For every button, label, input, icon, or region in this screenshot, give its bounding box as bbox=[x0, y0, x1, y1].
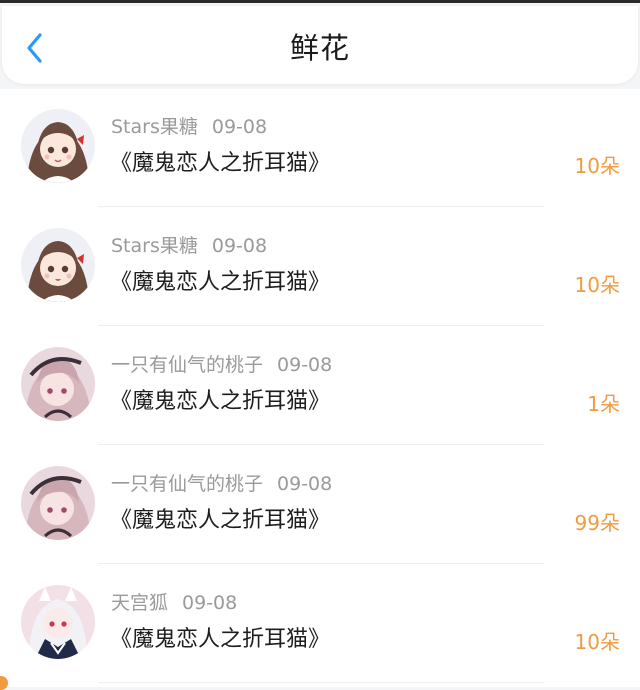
status-bar-edge bbox=[0, 0, 640, 3]
item-meta: 一只有仙气的桃子 09-08 bbox=[111, 352, 332, 378]
item-meta: 一只有仙气的桃子 09-08 bbox=[111, 471, 332, 497]
list-item[interactable]: 一只有仙气的桃子 09-08 《魔鬼恋人之折耳猫》 1朵 bbox=[0, 327, 640, 446]
avatar[interactable] bbox=[21, 585, 95, 659]
flower-count: 10朵 bbox=[574, 630, 620, 654]
item-date: 09-08 bbox=[277, 473, 333, 495]
divider bbox=[98, 325, 544, 326]
item-date: 09-08 bbox=[211, 235, 268, 257]
avatar[interactable] bbox=[21, 228, 95, 302]
list-item[interactable]: Stars果糖 09-08 《魔鬼恋人之折耳猫》 10朵 bbox=[0, 89, 640, 208]
book-title[interactable]: 《魔鬼恋人之折耳猫》 bbox=[110, 387, 330, 417]
username[interactable]: Stars果糖 bbox=[111, 116, 198, 138]
username[interactable]: 一只有仙气的桃子 bbox=[111, 354, 263, 376]
flower-count: 99朵 bbox=[574, 511, 620, 535]
list-item[interactable]: Stars果糖 09-08 《魔鬼恋人之折耳猫》 10朵 bbox=[0, 208, 640, 327]
avatar[interactable] bbox=[21, 109, 95, 183]
item-date: 09-08 bbox=[277, 354, 333, 376]
flower-count: 10朵 bbox=[574, 273, 620, 297]
list-item[interactable]: 一只有仙气的桃子 09-08 《魔鬼恋人之折耳猫》 99朵 bbox=[0, 446, 640, 565]
item-meta: Stars果糖 09-08 bbox=[111, 114, 267, 140]
avatar[interactable] bbox=[21, 347, 95, 421]
flower-count: 1朵 bbox=[587, 392, 620, 416]
flower-count: 10朵 bbox=[574, 154, 620, 178]
list-item[interactable]: 天宫狐 09-08 《魔鬼恋人之折耳猫》 10朵 bbox=[0, 565, 640, 684]
divider bbox=[98, 563, 544, 564]
divider bbox=[98, 682, 544, 683]
book-title[interactable]: 《魔鬼恋人之折耳猫》 bbox=[110, 506, 330, 536]
divider bbox=[98, 206, 544, 207]
book-title[interactable]: 《魔鬼恋人之折耳猫》 bbox=[110, 268, 330, 298]
book-title[interactable]: 《魔鬼恋人之折耳猫》 bbox=[110, 149, 330, 179]
page-title: 鲜花 bbox=[289, 31, 350, 65]
item-date: 09-08 bbox=[211, 116, 268, 138]
username[interactable]: Stars果糖 bbox=[111, 235, 198, 257]
avatar[interactable] bbox=[21, 466, 95, 540]
book-title[interactable]: 《魔鬼恋人之折耳猫》 bbox=[110, 625, 330, 655]
username[interactable]: 一只有仙气的桃子 bbox=[111, 473, 263, 495]
divider bbox=[98, 444, 544, 445]
orange-dot-decoration bbox=[0, 676, 8, 690]
flower-list: Stars果糖09-08 《魔鬼恋人之折耳猫》 10朵 Stars果糖09- bbox=[0, 89, 640, 687]
item-date: 09-08 bbox=[182, 592, 238, 614]
item-meta: Stars果糖 09-08 bbox=[111, 233, 267, 259]
top-bar: 鲜花 bbox=[2, 6, 638, 84]
username[interactable]: 天宫狐 bbox=[111, 592, 168, 614]
item-meta: 天宫狐 09-08 bbox=[111, 590, 237, 616]
